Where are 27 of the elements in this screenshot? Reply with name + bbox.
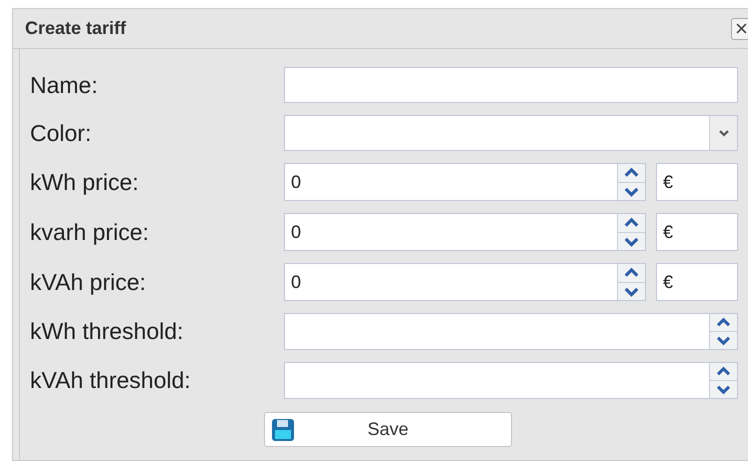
field-label: Name:: [29, 70, 99, 100]
field-label: kWh price:: [29, 168, 140, 197]
field-label: Color:: [29, 118, 92, 148]
close-button[interactable]: [731, 18, 748, 40]
spinner-buttons[interactable]: [709, 363, 737, 398]
field-label: kvarh price:: [29, 218, 150, 247]
currency-field[interactable]: €: [656, 263, 738, 301]
close-icon: [736, 23, 746, 34]
field-label: kVAh threshold:: [29, 366, 192, 396]
color-dropdown[interactable]: [284, 115, 738, 151]
spinner-buttons[interactable]: [617, 164, 645, 200]
field-label: kWh threshold:: [29, 317, 184, 346]
currency-field[interactable]: €: [656, 213, 738, 251]
chevron-down-icon[interactable]: [718, 129, 730, 137]
spinner-buttons[interactable]: [617, 214, 645, 250]
price-field[interactable]: 0: [284, 263, 646, 301]
price-field[interactable]: 0: [284, 163, 646, 201]
dialog-title: Create tariff: [25, 17, 126, 40]
spinner-buttons[interactable]: [617, 264, 645, 300]
save-button[interactable]: Save: [264, 412, 512, 447]
field-label: kVAh price:: [29, 268, 147, 297]
price-field[interactable]: 0: [284, 213, 646, 251]
threshold-field[interactable]: [284, 313, 738, 350]
currency-field[interactable]: €: [656, 163, 738, 201]
name-field[interactable]: [284, 67, 738, 103]
spinner-buttons[interactable]: [709, 314, 737, 349]
threshold-field[interactable]: [284, 362, 738, 399]
